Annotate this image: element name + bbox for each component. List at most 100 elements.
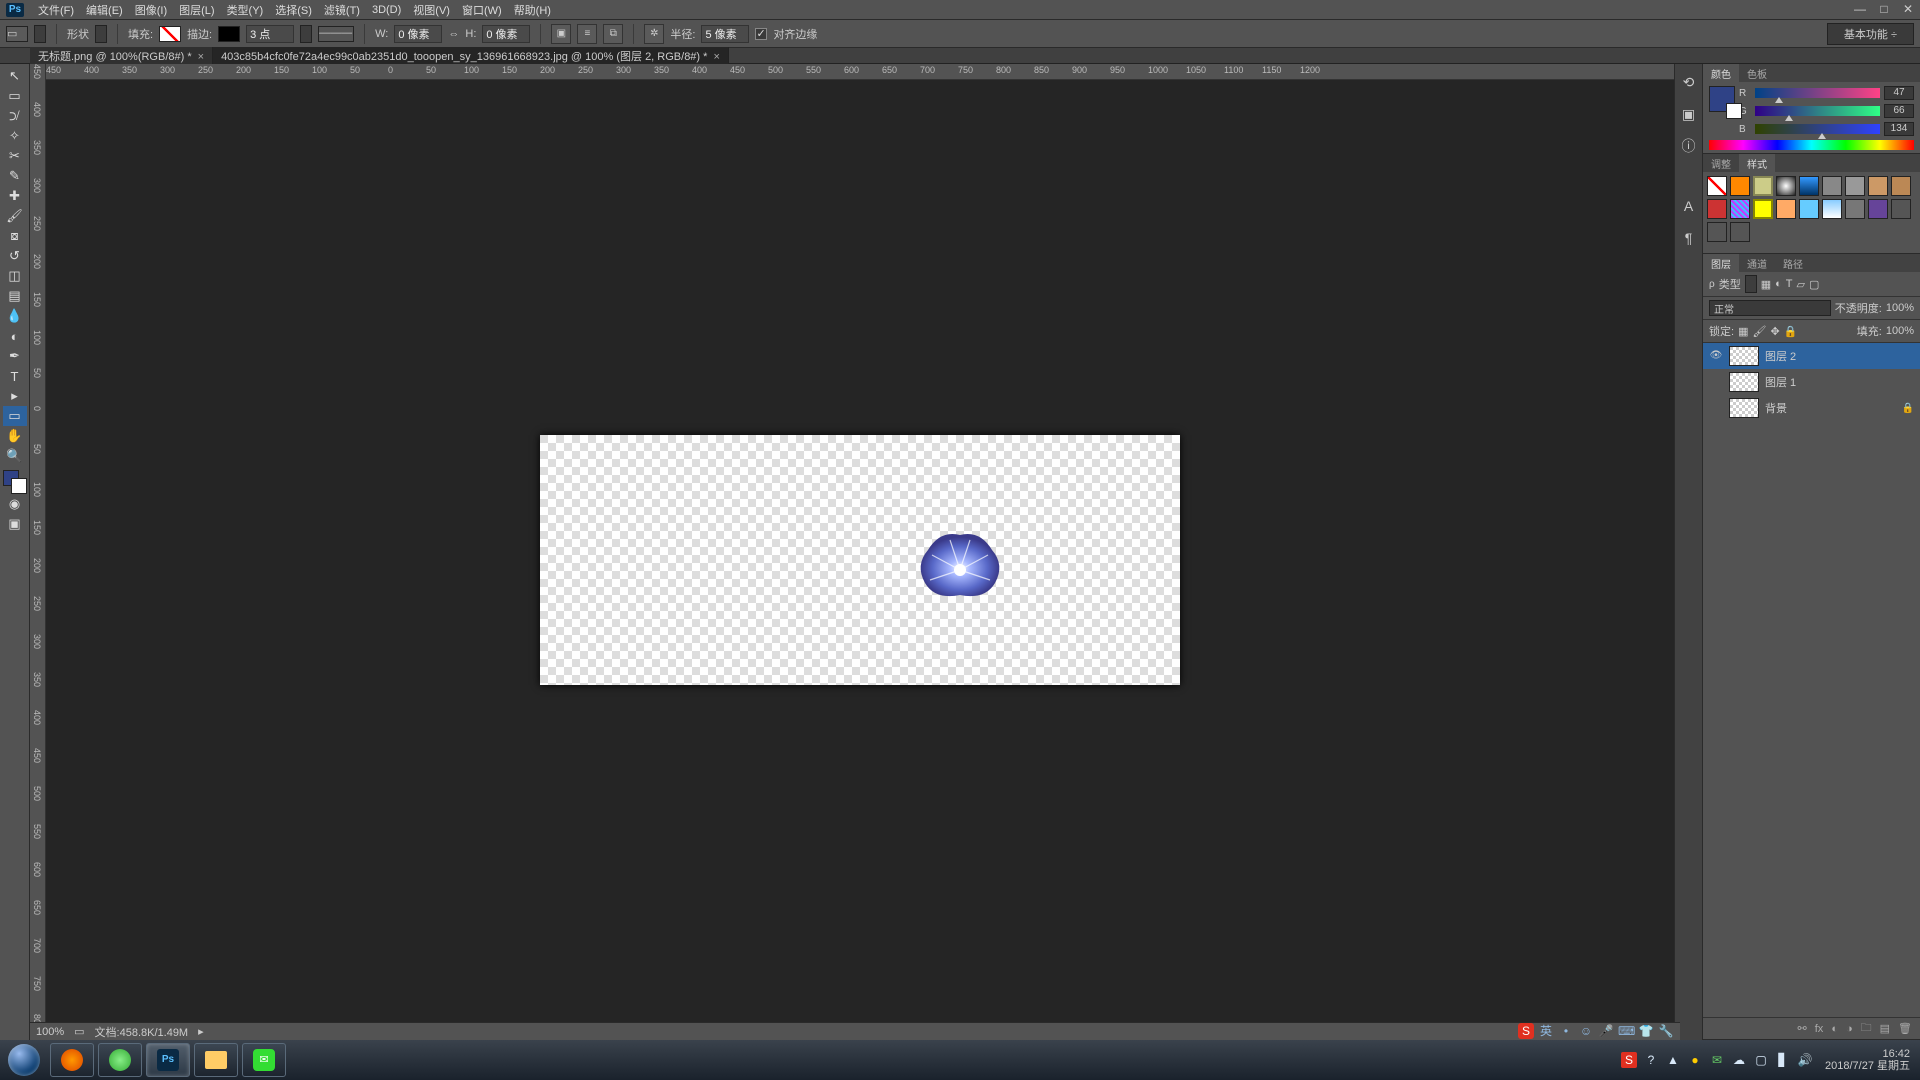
styles-tab[interactable]: 样式 [1739,154,1775,173]
menu-select[interactable]: 选择(S) [269,0,318,20]
taskbar-ie[interactable] [98,1043,142,1077]
new-layer-icon[interactable]: ▤ [1880,1022,1890,1035]
b-slider[interactable] [1755,124,1880,134]
style-swatch[interactable] [1822,176,1842,196]
style-swatch[interactable] [1730,176,1750,196]
tray-cloud-icon[interactable]: ☁ [1731,1052,1747,1068]
workspace-selector[interactable]: 基本功能 ÷ [1827,23,1914,45]
tray-volume-icon[interactable]: 🔊 [1797,1052,1813,1068]
filter-smart-icon[interactable]: ▢ [1809,278,1819,291]
shape-tool[interactable]: ▭ [3,406,27,426]
shape-mode[interactable]: 形状 [67,26,89,42]
visibility-icon[interactable]: 👁 [1709,349,1723,363]
move-tool[interactable]: ↖ [3,66,27,86]
history-icon[interactable]: ⟲ [1679,72,1699,92]
document-canvas[interactable] [540,435,1180,685]
r-slider[interactable] [1755,88,1880,98]
close-icon[interactable]: × [713,51,719,63]
zoom-tool[interactable]: 🔍 [3,446,27,466]
dodge-tool[interactable]: ◐ [3,326,27,346]
stroke-swatch[interactable] [218,26,240,42]
info-icon[interactable]: ⓘ [1679,136,1699,156]
align-edges-check[interactable] [755,28,767,40]
marquee-tool[interactable]: ▭ [3,86,27,106]
pen-tool[interactable]: ✒ [3,346,27,366]
lasso-tool[interactable]: ⟉ [3,106,27,126]
width-input[interactable] [394,25,442,43]
layer-row[interactable]: 👁图层 2 [1703,343,1920,369]
opacity-value[interactable]: 100% [1886,302,1914,314]
r-value[interactable]: 47 [1884,86,1914,100]
style-swatch[interactable] [1776,176,1796,196]
tray-up-icon[interactable]: ▲ [1665,1052,1681,1068]
swatches-tab[interactable]: 色板 [1739,64,1775,83]
layer-mask-icon[interactable]: ◐ [1831,1023,1838,1035]
close-icon[interactable]: × [198,51,204,63]
style-swatch[interactable] [1799,199,1819,219]
taskbar-photoshop[interactable]: Ps [146,1043,190,1077]
status-rotate-icon[interactable]: ▭ [74,1025,84,1038]
lock-pixels-icon[interactable]: 🖌 [1752,325,1766,338]
layer-filter-drop[interactable] [1745,275,1757,293]
status-expand-icon[interactable]: ▸ [198,1025,204,1038]
style-swatch[interactable] [1776,199,1796,219]
style-swatch[interactable] [1822,199,1842,219]
style-swatch[interactable] [1753,176,1773,196]
style-swatch[interactable] [1845,199,1865,219]
tray-action-icon[interactable]: ▢ [1753,1052,1769,1068]
start-button[interactable] [0,1040,48,1080]
ext-keyboard-icon[interactable]: ⌨ [1618,1023,1634,1039]
tool-preset-drop[interactable] [34,25,46,43]
filter-adjust-icon[interactable]: ◐ [1775,278,1782,290]
path-arrange[interactable]: ⧉ [603,24,623,44]
color-fg-swatch[interactable] [1709,86,1735,112]
ext-skin-icon[interactable]: 👕 [1638,1023,1654,1039]
menu-file[interactable]: 文件(F) [32,0,80,20]
ext-emoji-icon[interactable]: ☺ [1578,1023,1594,1039]
properties-icon[interactable]: ▣ [1679,104,1699,124]
eyedropper-tool[interactable]: ✎ [3,166,27,186]
style-swatch[interactable] [1730,222,1750,242]
tray-sogou-icon[interactable]: S [1621,1052,1637,1068]
fill-value[interactable]: 100% [1886,325,1914,337]
stroke-width[interactable] [246,25,294,43]
healing-tool[interactable]: ✚ [3,186,27,206]
eraser-tool[interactable]: ◫ [3,266,27,286]
g-slider[interactable] [1755,106,1880,116]
link-wh-icon[interactable]: ⇔ [448,28,459,40]
style-swatch[interactable] [1730,199,1750,219]
layer-name[interactable]: 图层 1 [1765,374,1796,390]
g-value[interactable]: 66 [1884,104,1914,118]
style-swatch[interactable] [1891,199,1911,219]
shape-settings-icon[interactable]: ✲ [644,24,664,44]
ime-lang-label[interactable]: 英 [1538,1023,1554,1039]
doc-info[interactable]: 文档:458.8K/1.49M [95,1024,189,1040]
tray-help-icon[interactable]: ? [1643,1052,1659,1068]
stroke-width-drop[interactable] [300,25,312,43]
filter-pixel-icon[interactable]: ▦ [1761,278,1771,291]
blend-mode[interactable]: 正常 [1709,300,1831,316]
channels-tab[interactable]: 通道 [1739,254,1775,273]
lock-transparent-icon[interactable]: ▦ [1738,325,1748,338]
hand-tool[interactable]: ✋ [3,426,27,446]
path-select-tool[interactable]: ▸ [3,386,27,406]
window-minimize[interactable]: — [1848,2,1872,18]
link-layers-icon[interactable]: ⚯ [1798,1022,1807,1035]
shape-mode-drop[interactable] [95,25,107,43]
taskbar-clock[interactable]: 16:42 2018/7/27 星期五 [1819,1048,1916,1072]
adjustments-tab[interactable]: 调整 [1703,154,1739,173]
ext-tool-icon[interactable]: 🔧 [1658,1023,1674,1039]
gradient-tool[interactable]: ▤ [3,286,27,306]
taskbar-firefox[interactable] [50,1043,94,1077]
menu-3d[interactable]: 3D(D) [366,2,407,18]
b-value[interactable]: 134 [1884,122,1914,136]
color-tab[interactable]: 颜色 [1703,64,1739,83]
lock-all-icon[interactable]: 🔒 [1784,325,1798,338]
radius-input[interactable] [701,25,749,43]
style-swatch[interactable] [1707,222,1727,242]
path-align[interactable]: ≡ [577,24,597,44]
doc-tab-1[interactable]: 无标题.png @ 100%(RGB/8#) *× [30,47,213,65]
menu-window[interactable]: 窗口(W) [456,0,508,20]
style-swatch[interactable] [1868,199,1888,219]
filter-shape-icon[interactable]: ▱ [1797,278,1805,291]
